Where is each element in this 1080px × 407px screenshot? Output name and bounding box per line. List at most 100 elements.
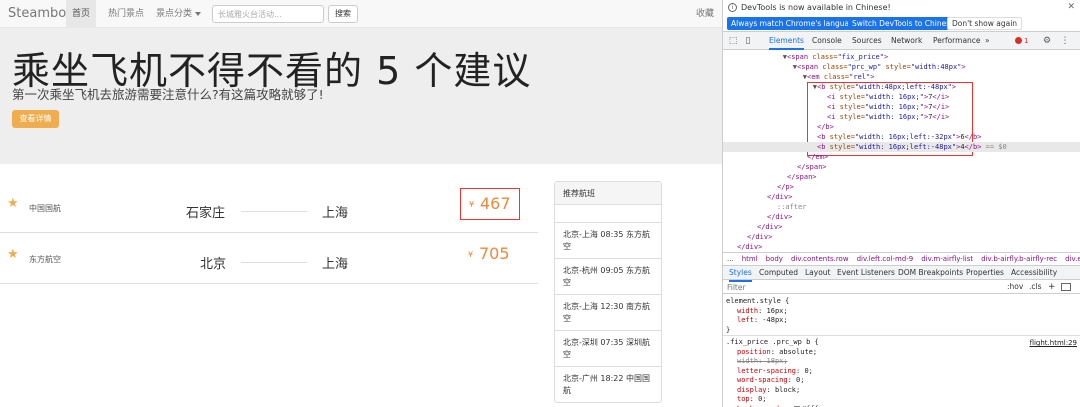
tab-accessibility[interactable]: Accessibility (1011, 266, 1057, 280)
nav-item-hot-spots[interactable]: 热门景点 (102, 0, 150, 28)
style-property[interactable]: left: -48px; (737, 316, 788, 326)
dom-node-line[interactable]: </span> (723, 162, 1080, 172)
dont-show-again-button[interactable]: Don't show again (947, 17, 1023, 30)
styles-subtabs: Styles Computed Layout Event Listeners D… (723, 266, 1080, 282)
tab-network[interactable]: Network (891, 32, 922, 50)
tab-sources[interactable]: Sources (852, 32, 882, 50)
expand-arrow-icon[interactable]: ▼ (723, 82, 817, 92)
dom-node-line[interactable]: </div> (723, 212, 1080, 222)
dom-node-line[interactable]: ▼ <span class="prc_wp" style="width:48px… (723, 62, 1080, 72)
style-property[interactable]: word-spacing: 0; (737, 376, 804, 386)
style-property[interactable]: width: 16px; (737, 307, 788, 317)
breadcrumb-item[interactable]: div.e-a (1065, 253, 1080, 265)
dom-node-line[interactable]: ::after (723, 202, 1080, 212)
nav-item-categories-label: 景点分类 (156, 9, 193, 19)
language-info-bar: i DevTools is now available in Chinese! … (723, 0, 1080, 32)
new-rule-button[interactable]: + (1048, 280, 1056, 294)
star-icon: ★ (7, 247, 19, 262)
info-bar-text: DevTools is now available in Chinese! (741, 3, 891, 12)
styles-filter-input[interactable] (727, 281, 987, 293)
dom-node-line[interactable]: ▼ <b style="width:48px;left:-48px"> (723, 82, 1080, 92)
recommended-flight-item[interactable]: 北京-广州 18:22 中国国航 (555, 367, 661, 403)
tab-layout[interactable]: Layout (805, 266, 831, 280)
dom-node-line[interactable]: <b style="width: 16px;left:-32px">6</b> (723, 132, 1080, 142)
departure-city: 石家庄 (186, 206, 226, 221)
style-property[interactable]: width: 18px; (737, 357, 788, 367)
dom-node-line[interactable]: </em> (723, 152, 1080, 162)
more-tabs-icon[interactable]: » (985, 32, 990, 50)
search-button[interactable]: 搜索 (328, 5, 358, 23)
dom-node-line[interactable]: ▼ <em class="rel"> (723, 72, 1080, 82)
dom-node-line[interactable]: </div> (723, 192, 1080, 202)
hover-state-toggle[interactable]: :hov (1007, 280, 1023, 294)
dom-node-line[interactable]: <i style="width: 16px;">7</i> (723, 92, 1080, 102)
match-language-button[interactable]: Always match Chrome's language (727, 17, 863, 30)
flight-row[interactable]: ★ 东方航空 北京 上海 ¥ 705 (0, 233, 538, 284)
recommended-flights-spacer (555, 205, 661, 223)
dom-node-line[interactable]: </b> (723, 122, 1080, 132)
dom-node-line[interactable]: </span> (723, 172, 1080, 182)
devtools-panel: i DevTools is now available in Chinese! … (722, 0, 1080, 407)
dom-node-line[interactable]: <i style="width: 16px;">7</i> (723, 102, 1080, 112)
breadcrumb-item[interactable]: ... (727, 253, 734, 265)
rule-divider (723, 335, 1080, 336)
expand-arrow-icon[interactable]: ▼ (723, 72, 807, 82)
breadcrumb-item[interactable]: div.b-airfly.b-airfly-rec (981, 253, 1057, 265)
breadcrumb: ... html body div.contents.row div.left.col-… (723, 252, 1080, 266)
arrival-city: 上海 (322, 206, 349, 221)
expand-arrow-icon[interactable]: ▼ (723, 62, 797, 72)
flight-row[interactable]: ★ 中国国航 石家庄 上海 ¥ 467 (0, 182, 538, 233)
expand-arrow-icon[interactable]: ▼ (723, 52, 787, 62)
source-link[interactable]: flight.html:29 (1030, 339, 1077, 347)
star-icon: ★ (7, 196, 19, 211)
recommended-flight-item[interactable]: 北京-上海 12:30 南方航空 (555, 295, 661, 331)
close-icon[interactable]: ✕ (1067, 2, 1075, 12)
recommended-flight-item[interactable]: 北京-上海 08:35 东方航空 (555, 223, 661, 259)
tab-dom-breakpoints[interactable]: DOM Breakpoints (898, 266, 963, 280)
currency-symbol: ¥ (469, 200, 475, 209)
favorite-link[interactable]: 收藏 (696, 0, 714, 28)
price-amount: 705 (479, 244, 510, 263)
class-toggle[interactable]: .cls (1029, 280, 1042, 294)
style-property[interactable]: letter-spacing: 0; (737, 367, 813, 377)
tab-event-listeners[interactable]: Event Listeners (837, 266, 895, 280)
breadcrumb-item[interactable]: div.left.col-md-9 (857, 253, 914, 265)
toggle-sidebar-icon[interactable] (1061, 283, 1071, 291)
style-property[interactable]: top: 0; (737, 395, 767, 405)
dom-node-line[interactable]: ▼ <span class="fix_price"> (723, 52, 1080, 62)
error-badge[interactable]: 1 (1015, 36, 1028, 46)
dom-node-line[interactable]: <i style="width: 16px;">7</i> (723, 112, 1080, 122)
device-toolbar-icon[interactable]: ▯ (742, 35, 754, 47)
gear-icon[interactable]: ⚙ (1041, 35, 1053, 47)
switch-to-chinese-button[interactable]: Switch DevTools to Chinese (848, 17, 959, 30)
airline-name: 中国国航 (29, 204, 61, 213)
recommended-flight-item[interactable]: 北京-杭州 09:05 东方航空 (555, 259, 661, 295)
price: ¥ 705 (460, 239, 520, 271)
tab-computed[interactable]: Computed (759, 266, 798, 280)
dom-node-line[interactable]: </div> (723, 232, 1080, 242)
tab-elements[interactable]: Elements (769, 32, 804, 50)
recommended-flight-item[interactable]: 北京-深圳 07:35 深圳航空 (555, 331, 661, 367)
style-property[interactable]: position: absolute; (737, 348, 817, 358)
recommended-flights-title: 推荐航班 (555, 182, 661, 205)
tab-console[interactable]: Console (812, 32, 842, 50)
breadcrumb-item[interactable]: div.m-airfly-list (921, 253, 973, 265)
kebab-menu-icon[interactable]: ⋮ (1059, 35, 1071, 47)
dom-node-line[interactable]: </p> (723, 182, 1080, 192)
tab-performance[interactable]: Performance (933, 32, 981, 50)
inspect-element-icon[interactable]: ⬚ (727, 35, 739, 47)
breadcrumb-item[interactable]: html (742, 253, 758, 265)
route-line (241, 262, 307, 263)
dom-node-line[interactable]: </div> (723, 242, 1080, 250)
nav-item-categories[interactable]: 景点分类 (150, 0, 207, 28)
dom-node-line[interactable]: <b style="width: 16px;left:-48px">4</b> … (723, 142, 1080, 152)
dom-node-line[interactable]: </div> (723, 222, 1080, 232)
hero-banner: 乘坐飞机不得不看的 5 个建议 第一次乘坐飞机去旅游需要注意什么?有这篇攻略就够… (0, 28, 722, 164)
search-input[interactable] (212, 5, 324, 23)
nav-item-home[interactable]: 首页 (66, 0, 97, 28)
breadcrumb-item[interactable]: div.contents.row (791, 253, 849, 265)
style-property[interactable]: display: block; (737, 386, 800, 396)
view-details-button[interactable]: 查看详情 (12, 110, 59, 128)
tab-properties[interactable]: Properties (966, 266, 1004, 280)
breadcrumb-item[interactable]: body (766, 253, 783, 265)
